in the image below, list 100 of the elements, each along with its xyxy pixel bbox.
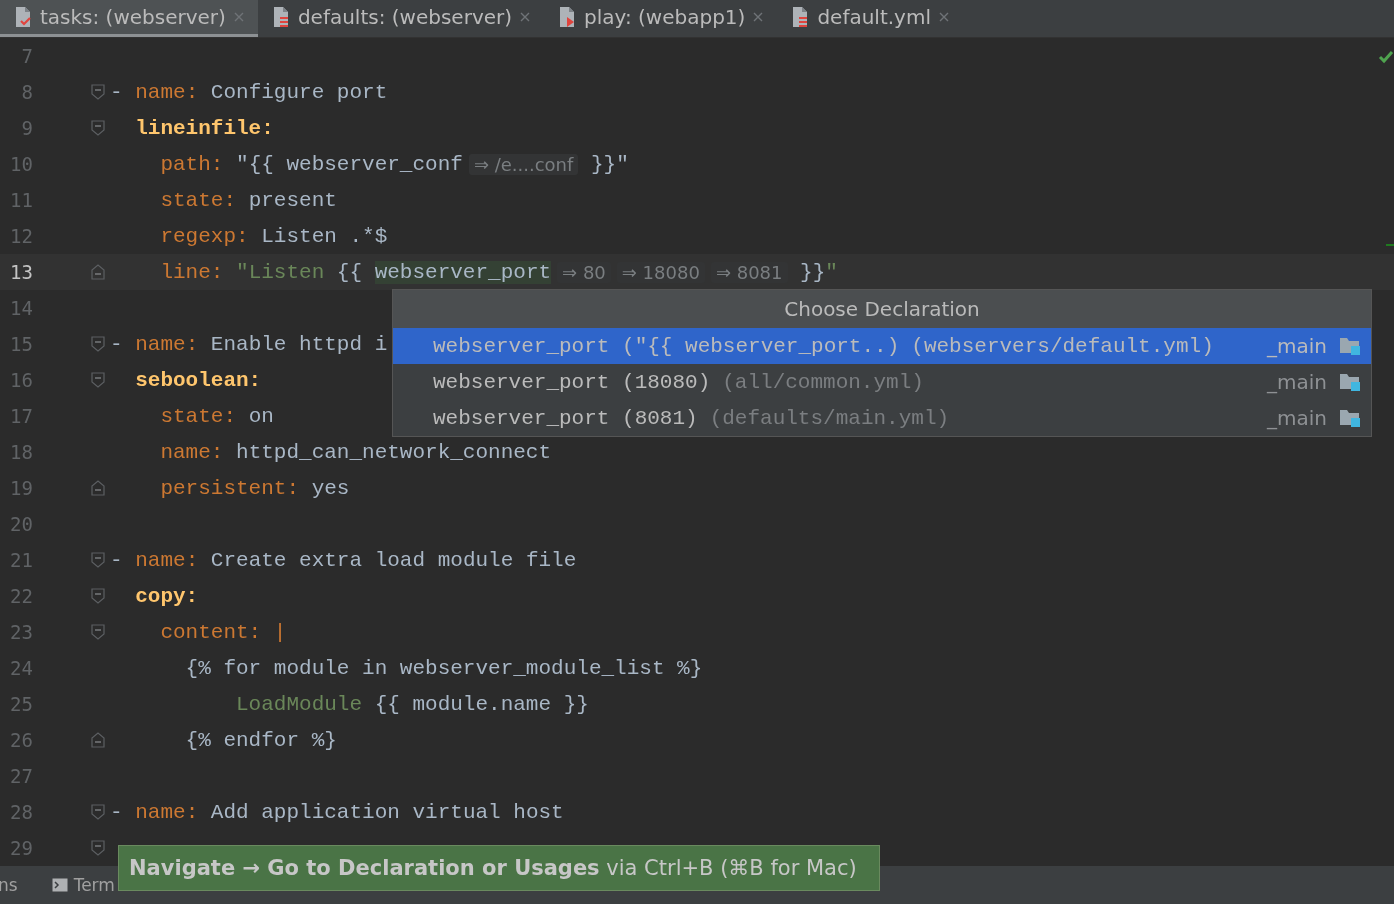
yaml-key: name: — [110, 440, 224, 464]
declaration-item[interactable]: webserver_port (8081) (defaults/main.yml) _main — [393, 400, 1371, 436]
yaml-key: regexp: — [110, 224, 249, 248]
code-text: }} — [799, 260, 826, 284]
fold-icon[interactable] — [91, 264, 105, 280]
code-text: {% endfor %} — [184, 728, 337, 752]
fold-icon[interactable] — [91, 804, 105, 820]
folder-icon — [1339, 408, 1361, 428]
fold-icon[interactable] — [91, 732, 105, 748]
code-text: - — [110, 800, 124, 824]
code-text: on — [247, 404, 274, 428]
fold-icon[interactable] — [91, 120, 105, 136]
yaml-key: state: — [110, 404, 237, 428]
tool-window-button[interactable]: Term — [51, 875, 115, 895]
file-icon — [14, 6, 32, 28]
code-text: Enable httpd i — [209, 332, 388, 356]
code-text: {{ — [336, 260, 364, 284]
close-icon[interactable] — [939, 12, 949, 22]
code-text: Add application virtual host — [209, 800, 564, 824]
tip-banner: Navigate → Go to Declaration or Usages via Ctrl+B (⌘B for Mac) — [118, 845, 880, 891]
line-number: 24 — [9, 657, 33, 679]
fold-icon[interactable] — [91, 480, 105, 496]
fold-icon[interactable] — [91, 588, 105, 604]
fold-icon[interactable] — [91, 372, 105, 388]
line-number: 26 — [9, 729, 33, 751]
line-number: 25 — [9, 693, 33, 715]
file-icon — [791, 6, 810, 28]
editor-tab[interactable]: tasks: (webserver) — [0, 0, 258, 37]
line-number: 11 — [9, 189, 33, 211]
highlighted-variable: webserver_port — [374, 260, 552, 284]
inlay-hint: ⇒ /e....conf — [468, 153, 579, 175]
yaml-key: line: — [110, 260, 224, 284]
line-number: 7 — [20, 45, 33, 67]
yaml-key: name: — [135, 332, 199, 356]
line-number: 15 — [9, 333, 33, 355]
line-number: 21 — [9, 549, 33, 571]
line-number: 22 — [9, 585, 33, 607]
line-number: 27 — [9, 765, 33, 787]
editor-tab[interactable]: defaults: (webserver) — [257, 0, 545, 37]
yaml-key: persistent: — [110, 476, 300, 500]
change-marker — [1386, 244, 1394, 246]
declaration-item[interactable]: webserver_port ("{{ webserver_port..) (webservers/default.yml) _main — [393, 328, 1371, 364]
code-text: httpd_can_network_connect — [235, 440, 552, 464]
close-icon[interactable] — [753, 12, 764, 22]
yaml-key: copy: — [110, 584, 199, 608]
code-text: Create extra load module file — [209, 548, 577, 572]
editor-tab[interactable]: play: (webapp1) — [544, 0, 778, 37]
terminal-icon — [51, 878, 68, 892]
line-number: 8 — [20, 81, 33, 103]
fold-icon[interactable] — [91, 84, 105, 100]
line-number: 14 — [9, 297, 33, 319]
fold-icon[interactable] — [91, 840, 105, 856]
declaration-item[interactable]: webserver_port (18080) (all/common.yml) _main — [393, 364, 1371, 400]
file-icon — [271, 6, 290, 28]
line-number: 18 — [9, 441, 33, 463]
yaml-key: path: — [110, 152, 224, 176]
code-text: - — [110, 548, 124, 572]
line-number: 29 — [9, 837, 33, 859]
folder-icon — [1339, 336, 1361, 356]
popup-title: Choose Declaration — [393, 290, 1371, 328]
string-literal: LoadModule — [235, 692, 363, 716]
fold-icon[interactable] — [91, 624, 105, 640]
line-number: 23 — [9, 621, 33, 643]
line-number: 19 — [9, 477, 33, 499]
code-text: "{{ webserver_conf — [235, 152, 463, 176]
editor-tab[interactable]: default.yml — [777, 0, 963, 37]
code-text: Configure port — [209, 80, 388, 104]
code-text: Listen .*$ — [260, 224, 388, 248]
yaml-key: name: — [135, 80, 199, 104]
code-text: yes — [310, 476, 350, 500]
yaml-key: content: — [110, 620, 262, 644]
string-literal: " — [825, 260, 838, 284]
folder-icon — [1339, 372, 1361, 392]
code-text: {% for module in webserver_module_list %} — [184, 656, 703, 680]
checkmark-icon — [1378, 50, 1394, 64]
line-number: 9 — [20, 117, 33, 139]
line-number: 16 — [9, 369, 33, 391]
file-icon — [558, 6, 577, 28]
fold-icon[interactable] — [91, 336, 105, 352]
string-literal: "Listen — [235, 260, 326, 284]
close-icon[interactable] — [520, 12, 531, 22]
code-text: {{ module.name }} — [373, 692, 589, 716]
line-number: 12 — [9, 225, 33, 247]
line-number: 28 — [9, 801, 33, 823]
line-number: 13 — [9, 261, 33, 283]
yaml-key: lineinfile: — [110, 116, 274, 140]
line-number: 10 — [9, 153, 33, 175]
line-number: 20 — [9, 513, 33, 535]
yaml-key: state: — [110, 188, 237, 212]
yaml-key: seboolean: — [110, 368, 262, 392]
code-text: - — [110, 332, 124, 356]
fold-icon[interactable] — [91, 552, 105, 568]
yaml-key: | — [261, 620, 287, 644]
tool-window-button[interactable]: ns — [0, 875, 18, 895]
close-icon[interactable] — [233, 12, 244, 22]
line-number: 17 — [9, 405, 33, 427]
code-text: - — [110, 80, 124, 104]
yaml-key: name: — [135, 548, 199, 572]
code-text: present — [247, 188, 337, 212]
code-text: }}" — [589, 152, 629, 176]
